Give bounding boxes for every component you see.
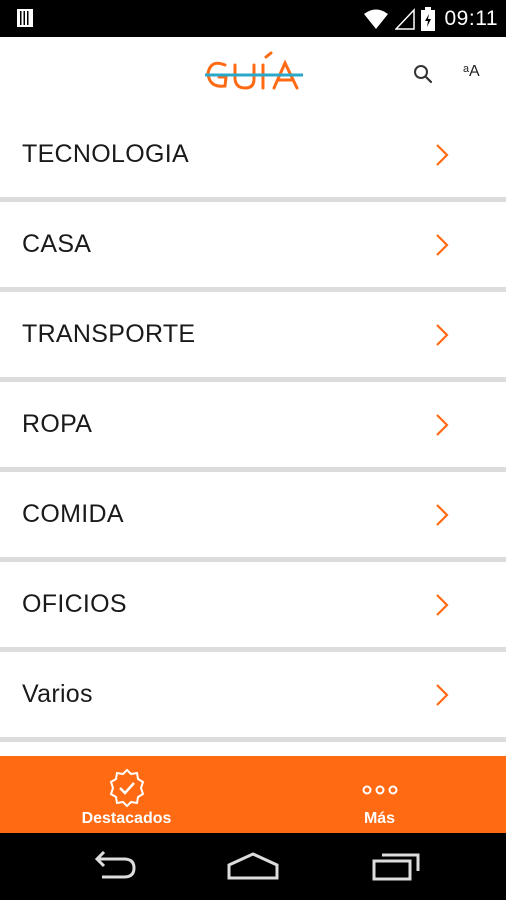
tab-destacados[interactable]: Destacados [0, 756, 253, 833]
list-item-label: Varios [22, 680, 93, 708]
chevron-right-icon [436, 504, 449, 526]
list-item-label: COMIDA [22, 500, 124, 528]
chevron-right-icon [436, 324, 449, 346]
badge-check-icon [109, 768, 144, 808]
list-item[interactable]: OFICIOS [0, 562, 506, 652]
list-item-label: TRANSPORTE [22, 320, 196, 348]
list-item[interactable]: TRANSPORTE [0, 292, 506, 382]
back-icon[interactable] [88, 851, 138, 881]
chevron-right-icon [436, 594, 449, 616]
battery-icon [420, 6, 435, 31]
list-item-label: TECNOLOGIA [22, 140, 189, 168]
system-nav-bar [0, 833, 506, 900]
list-item[interactable]: COMIDA [0, 472, 506, 562]
notification-icon [17, 9, 33, 27]
font-size-icon[interactable]: ᵃA [463, 63, 487, 85]
chevron-right-icon [436, 144, 449, 166]
list-item[interactable]: TECNOLOGIA [0, 112, 506, 202]
status-bar: 09:11 [0, 0, 506, 37]
chevron-right-icon [436, 234, 449, 256]
tab-mas[interactable]: Más [253, 756, 506, 833]
list-item-label: ROPA [22, 410, 93, 438]
bottom-tab-bar: Destacados Más [0, 756, 506, 833]
chevron-right-icon [436, 684, 449, 706]
list-item-label: OFICIOS [22, 590, 127, 618]
tab-label: Más [363, 810, 396, 827]
wifi-icon [363, 9, 388, 29]
status-time: 09:11 [444, 6, 498, 30]
chevron-right-icon [436, 414, 449, 436]
list-item[interactable]: ROPA [0, 382, 506, 472]
category-list: TECNOLOGIA CASA TRANSPORTE ROPA COMIDA O… [0, 112, 506, 742]
home-icon[interactable] [226, 851, 280, 881]
app-bar: ᵃA [0, 37, 506, 112]
signal-icon [394, 7, 415, 30]
search-icon[interactable] [412, 63, 434, 85]
guia-logo [205, 51, 303, 90]
list-item[interactable]: CASA [0, 202, 506, 292]
list-item-label: CASA [22, 230, 92, 258]
list-item[interactable]: Varios [0, 652, 506, 742]
tab-label: Destacados [81, 810, 172, 827]
recents-icon[interactable] [372, 851, 422, 881]
